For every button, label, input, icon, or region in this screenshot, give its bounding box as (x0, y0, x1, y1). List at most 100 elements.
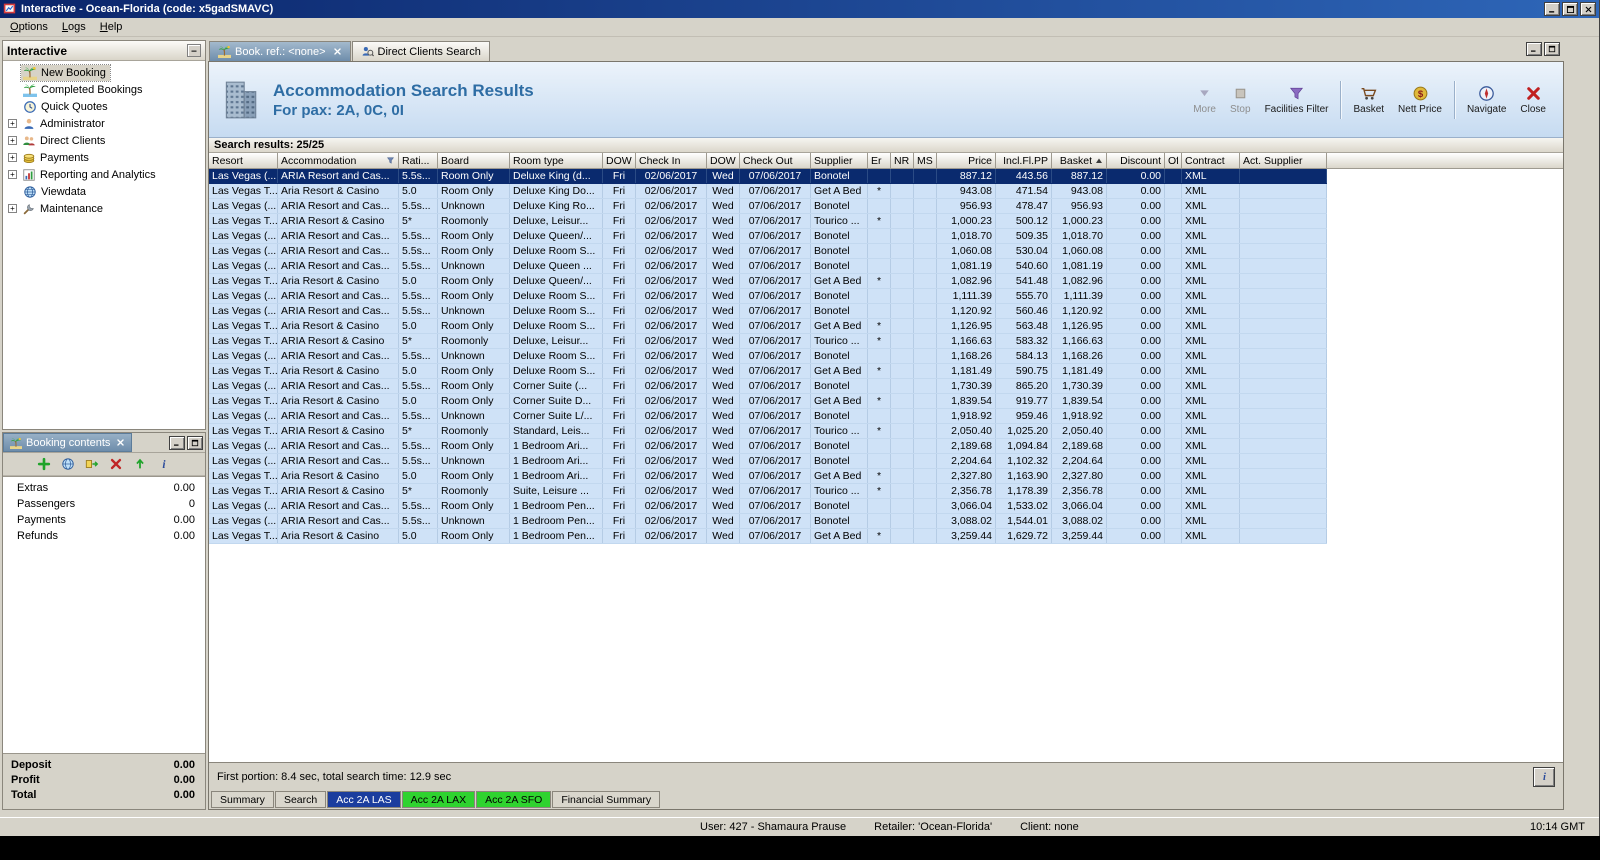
column-header-rati[interactable]: Rati... (399, 153, 438, 169)
nett-price-button[interactable]: $ Nett Price (1391, 81, 1449, 119)
column-header-basket[interactable]: Basket (1052, 153, 1107, 169)
result-row[interactable]: Las Vegas (... ARIA Resort and Cas... 5.5s… (209, 244, 1327, 259)
globe-button[interactable] (60, 456, 76, 472)
result-row[interactable]: Las Vegas (... ARIA Resort and Cas... 5.5s… (209, 454, 1327, 469)
result-row[interactable]: Las Vegas T... Aria Resort & Casino 5.0 Roo… (209, 394, 1327, 409)
bottom-tab-search[interactable]: Search (274, 791, 327, 808)
sidebar-item-completed-bookings[interactable]: Completed Bookings (3, 81, 205, 98)
booking-contents-tab[interactable]: Booking contents (3, 433, 133, 452)
column-header-board[interactable]: Board (438, 153, 510, 169)
delete-button[interactable] (108, 456, 124, 472)
result-row[interactable]: Las Vegas (... ARIA Resort and Cas... 5.5s… (209, 169, 1327, 184)
sidebar-item-quick-quotes[interactable]: Quick Quotes (3, 98, 205, 115)
result-row[interactable]: Las Vegas T... Aria Resort & Casino 5.0 Roo… (209, 184, 1327, 199)
result-row[interactable]: Las Vegas (... ARIA Resort and Cas... 5.5s… (209, 409, 1327, 424)
result-row[interactable]: Las Vegas (... ARIA Resort and Cas... 5.5s… (209, 289, 1327, 304)
tab-close-icon[interactable] (333, 47, 342, 56)
column-header-discount[interactable]: Discount (1107, 153, 1165, 169)
result-row[interactable]: Las Vegas T... ARIA Resort & Casino 5* Room… (209, 484, 1327, 499)
info-button[interactable]: i (1533, 766, 1555, 787)
panel-minimize-button[interactable] (169, 435, 185, 450)
maximize-button[interactable] (1562, 2, 1578, 16)
booking-list-item[interactable]: Refunds 0.00 (3, 528, 205, 544)
column-header-of[interactable]: Of (1165, 153, 1182, 169)
basket-button[interactable]: Basket (1346, 81, 1391, 119)
result-row[interactable]: Las Vegas T... Aria Resort & Casino 5.0 Roo… (209, 274, 1327, 289)
result-row[interactable]: Las Vegas (... ARIA Resort and Cas... 5.5s… (209, 304, 1327, 319)
expand-icon[interactable]: + (8, 136, 17, 145)
bottom-tab-acc-2a-las[interactable]: Acc 2A LAS (327, 791, 401, 808)
tab-book-ref-none[interactable]: Book. ref.: <none> (209, 41, 351, 61)
booking-total-row[interactable]: Total 0.00 (11, 788, 195, 803)
result-row[interactable]: Las Vegas T... ARIA Resort & Casino 5* Room… (209, 214, 1327, 229)
sidebar-item-maintenance[interactable]: + Maintenance (3, 200, 205, 217)
sidebar-item-direct-clients[interactable]: + Direct Clients (3, 132, 205, 149)
result-row[interactable]: Las Vegas (... ARIA Resort and Cas... 5.5s… (209, 349, 1327, 364)
booking-list-item[interactable]: Passengers 0 (3, 496, 205, 512)
transfer-button[interactable] (84, 456, 100, 472)
column-header-contract[interactable]: Contract (1182, 153, 1240, 169)
sidebar-item-new-booking[interactable]: New Booking (3, 63, 205, 82)
result-row[interactable]: Las Vegas (... ARIA Resort and Cas... 5.5s… (209, 439, 1327, 454)
tabstrip-minimize-button[interactable] (1526, 42, 1542, 56)
menu-logs[interactable]: Logs (55, 19, 93, 35)
column-header-resort[interactable]: Resort (209, 153, 278, 169)
minimize-button[interactable] (1544, 2, 1560, 16)
booking-list-item[interactable]: Extras 0.00 (3, 480, 205, 496)
column-header-accommodation[interactable]: Accommodation (278, 153, 399, 169)
menu-help[interactable]: Help (93, 19, 130, 35)
column-header-ms[interactable]: MS (914, 153, 937, 169)
column-header-check-in[interactable]: Check In (636, 153, 707, 169)
column-header-supplier[interactable]: Supplier (811, 153, 868, 169)
booking-list-item[interactable]: Payments 0.00 (3, 512, 205, 528)
result-row[interactable]: Las Vegas (... ARIA Resort and Cas... 5.5s… (209, 499, 1327, 514)
navigate-button[interactable]: Navigate (1460, 81, 1513, 119)
bottom-tab-summary[interactable]: Summary (211, 791, 274, 808)
panel-collapse-button[interactable] (187, 44, 201, 57)
column-header-price[interactable]: Price (937, 153, 996, 169)
close-button[interactable] (1580, 2, 1596, 16)
close-icon[interactable] (116, 438, 125, 447)
column-header-act-supplier[interactable]: Act. Supplier (1240, 153, 1327, 169)
bottom-tab-acc-2a-lax[interactable]: Acc 2A LAX (401, 791, 476, 808)
booking-total-row[interactable]: Deposit 0.00 (11, 758, 195, 773)
tabstrip-maximize-button[interactable] (1544, 42, 1560, 56)
result-row[interactable]: Las Vegas T... Aria Resort & Casino 5.0 Roo… (209, 529, 1327, 544)
booking-total-row[interactable]: Profit 0.00 (11, 773, 195, 788)
menu-options[interactable]: Options (3, 19, 55, 35)
up-button[interactable] (132, 456, 148, 472)
sidebar-item-administrator[interactable]: + Administrator (3, 115, 205, 132)
expand-icon[interactable]: + (8, 119, 17, 128)
tab-direct-clients-search[interactable]: Direct Clients Search (351, 41, 490, 61)
column-header-room-type[interactable]: Room type (510, 153, 603, 169)
column-header-er[interactable]: Er (868, 153, 891, 169)
plus-button[interactable] (36, 456, 52, 472)
column-header-incl-fl-pp[interactable]: Incl.Fl.PP (996, 153, 1052, 169)
column-header-dow[interactable]: DOW (603, 153, 636, 169)
column-header-dow[interactable]: DOW (707, 153, 740, 169)
result-row[interactable]: Las Vegas (... ARIA Resort and Cas... 5.5s… (209, 229, 1327, 244)
close-button[interactable]: Close (1513, 81, 1553, 119)
info-small-button[interactable]: i (156, 456, 172, 472)
expand-icon[interactable]: + (8, 153, 17, 162)
sidebar-item-reporting-and-analytics[interactable]: + Reporting and Analytics (3, 166, 205, 183)
result-row[interactable]: Las Vegas (... ARIA Resort and Cas... 5.5s… (209, 259, 1327, 274)
facilities-filter-button[interactable]: Facilities Filter (1258, 81, 1336, 119)
result-row[interactable]: Las Vegas T... Aria Resort & Casino 5.0 Roo… (209, 319, 1327, 334)
column-header-check-out[interactable]: Check Out (740, 153, 811, 169)
sidebar-item-viewdata[interactable]: Viewdata (3, 183, 205, 200)
result-row[interactable]: Las Vegas (... ARIA Resort and Cas... 5.5s… (209, 379, 1327, 394)
column-header-nr[interactable]: NR (891, 153, 914, 169)
result-row[interactable]: Las Vegas T... ARIA Resort & Casino 5* Room… (209, 334, 1327, 349)
expand-icon[interactable]: + (8, 170, 17, 179)
result-row[interactable]: Las Vegas T... ARIA Resort & Casino 5* Room… (209, 424, 1327, 439)
panel-maximize-button[interactable] (187, 435, 203, 450)
result-row[interactable]: Las Vegas (... ARIA Resort and Cas... 5.5s… (209, 514, 1327, 529)
bottom-tab-acc-2a-sfo[interactable]: Acc 2A SFO (476, 791, 552, 808)
result-row[interactable]: Las Vegas (... ARIA Resort and Cas... 5.5s… (209, 199, 1327, 214)
expand-icon[interactable]: + (8, 204, 17, 213)
result-row[interactable]: Las Vegas T... Aria Resort & Casino 5.0 Roo… (209, 364, 1327, 379)
bottom-tab-financial-summary[interactable]: Financial Summary (552, 791, 661, 808)
result-row[interactable]: Las Vegas T... Aria Resort & Casino 5.0 Roo… (209, 469, 1327, 484)
sidebar-item-payments[interactable]: + Payments (3, 149, 205, 166)
